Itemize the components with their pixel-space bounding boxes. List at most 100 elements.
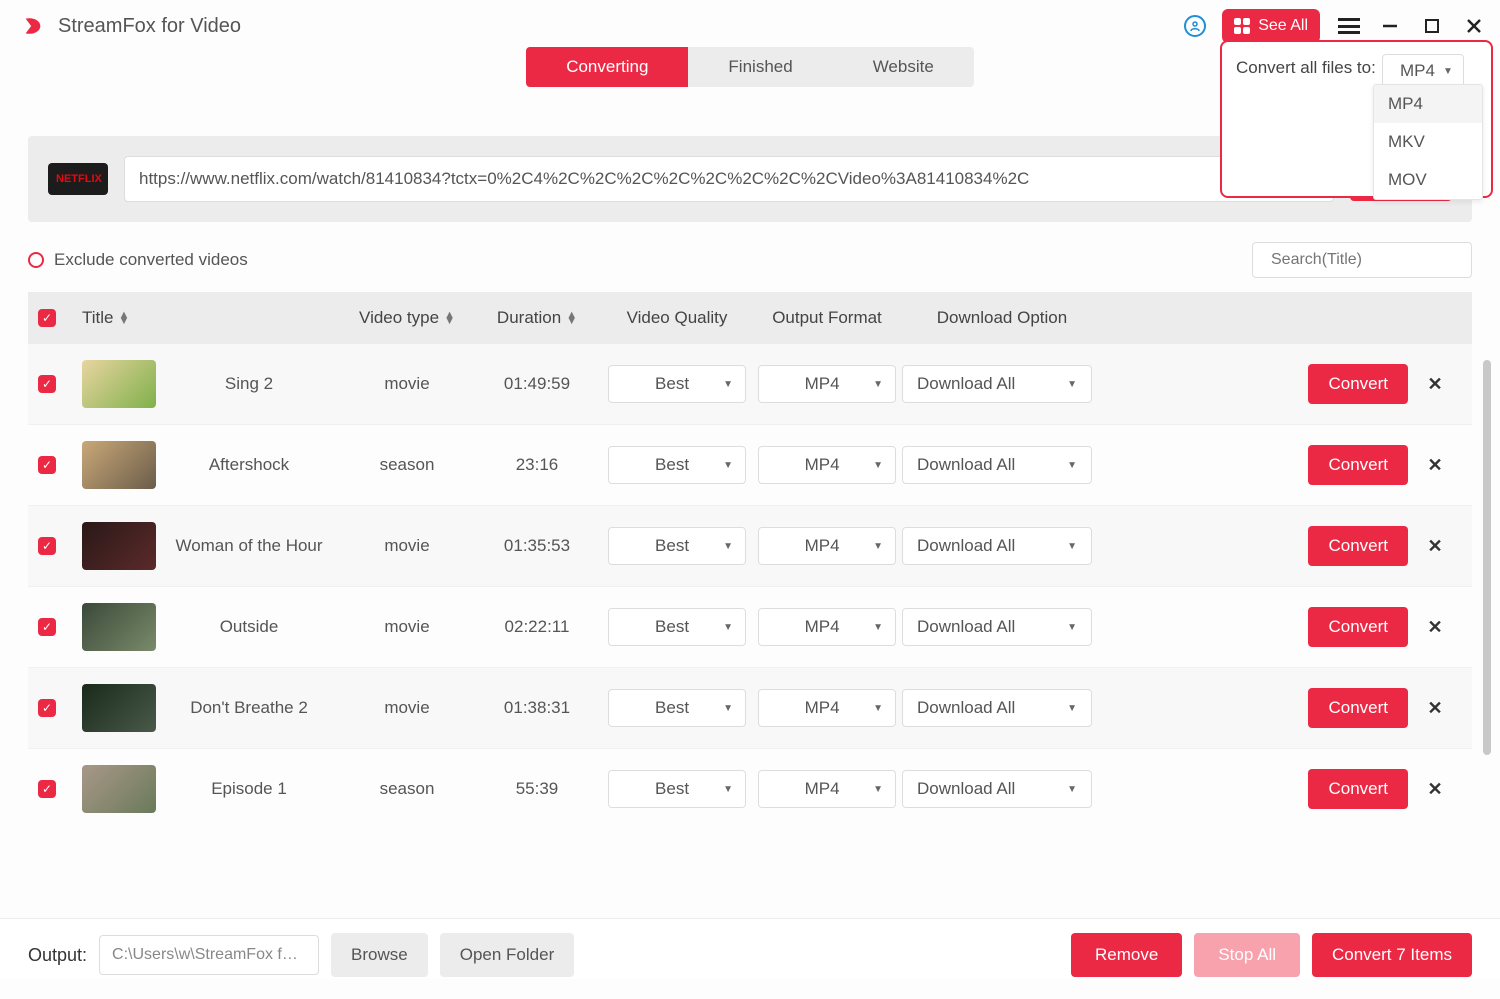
chevron-down-icon: ▼ xyxy=(1067,622,1077,633)
convert-button[interactable]: Convert xyxy=(1308,445,1408,485)
row-checkbox[interactable]: ✓ xyxy=(38,375,56,393)
download-option-select[interactable]: Download All▼ xyxy=(902,608,1092,646)
convert-button[interactable]: Convert xyxy=(1308,688,1408,728)
convert-button[interactable]: Convert xyxy=(1308,769,1408,809)
user-icon[interactable] xyxy=(1184,15,1206,37)
row-type: movie xyxy=(342,617,472,637)
table-row: ✓ Sing 2 movie 01:49:59 Best▼ MP4▼ Downl… xyxy=(28,344,1472,425)
row-type: movie xyxy=(342,374,472,394)
row-duration: 01:38:31 xyxy=(472,698,602,718)
format-select[interactable]: MP4▼ xyxy=(758,770,896,808)
convert-button[interactable]: Convert xyxy=(1308,364,1408,404)
quality-select[interactable]: Best▼ xyxy=(608,689,746,727)
tab-website[interactable]: Website xyxy=(833,47,974,87)
filter-row: Exclude converted videos xyxy=(0,222,1500,292)
download-option-select[interactable]: Download All▼ xyxy=(902,770,1092,808)
row-remove-button[interactable]: ✕ xyxy=(1408,536,1462,557)
chevron-down-icon: ▼ xyxy=(873,703,883,714)
download-option-select[interactable]: Download All▼ xyxy=(902,527,1092,565)
row-type: movie xyxy=(342,698,472,718)
row-remove-button[interactable]: ✕ xyxy=(1408,779,1462,800)
th-title[interactable]: Title▲▼ xyxy=(82,308,342,328)
download-option-select[interactable]: Download All▼ xyxy=(902,689,1092,727)
format-option-mov[interactable]: MOV xyxy=(1374,161,1482,199)
scrollbar[interactable] xyxy=(1483,360,1491,755)
quality-select[interactable]: Best▼ xyxy=(608,365,746,403)
th-video-type[interactable]: Video type▲▼ xyxy=(342,308,472,328)
menu-icon[interactable] xyxy=(1338,18,1360,34)
row-type: movie xyxy=(342,536,472,556)
row-remove-button[interactable]: ✕ xyxy=(1408,617,1462,638)
quality-select[interactable]: Best▼ xyxy=(608,608,746,646)
row-title: Woman of the Hour xyxy=(162,536,342,556)
row-checkbox[interactable]: ✓ xyxy=(38,699,56,717)
grid-icon xyxy=(1234,18,1250,34)
row-title: Sing 2 xyxy=(162,374,342,394)
convert-all-label: Convert all files to: xyxy=(1236,58,1376,78)
th-video-quality: Video Quality xyxy=(602,308,752,328)
format-select[interactable]: MP4▼ xyxy=(758,365,896,403)
format-option-mkv[interactable]: MKV xyxy=(1374,123,1482,161)
convert-all-selected: MP4 xyxy=(1400,61,1435,81)
format-select[interactable]: MP4▼ xyxy=(758,446,896,484)
chevron-down-icon: ▼ xyxy=(1067,703,1077,714)
row-type: season xyxy=(342,455,472,475)
row-remove-button[interactable]: ✕ xyxy=(1408,374,1462,395)
convert-button[interactable]: Convert xyxy=(1308,607,1408,647)
app-title: StreamFox for Video xyxy=(58,15,241,38)
convert-items-button[interactable]: Convert 7 Items xyxy=(1312,933,1472,977)
exclude-converted-toggle[interactable]: Exclude converted videos xyxy=(28,250,248,270)
stop-all-button[interactable]: Stop All xyxy=(1194,933,1300,977)
row-checkbox[interactable]: ✓ xyxy=(38,456,56,474)
row-remove-button[interactable]: ✕ xyxy=(1408,698,1462,719)
app-logo-icon xyxy=(22,15,44,37)
chevron-down-icon: ▼ xyxy=(1067,379,1077,390)
quality-select[interactable]: Best▼ xyxy=(608,446,746,484)
close-button[interactable] xyxy=(1466,18,1482,34)
row-checkbox[interactable]: ✓ xyxy=(38,780,56,798)
row-title: Outside xyxy=(162,617,342,637)
see-all-button[interactable]: See All xyxy=(1222,9,1320,43)
th-output-format: Output Format xyxy=(752,308,902,328)
convert-button[interactable]: Convert xyxy=(1308,526,1408,566)
tabs: Converting Finished Website xyxy=(526,47,974,87)
format-select[interactable]: MP4▼ xyxy=(758,527,896,565)
download-option-select[interactable]: Download All▼ xyxy=(902,365,1092,403)
format-select[interactable]: MP4▼ xyxy=(758,608,896,646)
table-row: ✓ Woman of the Hour movie 01:35:53 Best▼… xyxy=(28,506,1472,587)
table-row: ✓ Episode 1 season 55:39 Best▼ MP4▼ Down… xyxy=(28,749,1472,824)
row-duration: 02:22:11 xyxy=(472,617,602,637)
row-remove-button[interactable]: ✕ xyxy=(1408,455,1462,476)
chevron-down-icon: ▼ xyxy=(873,379,883,390)
browse-button[interactable]: Browse xyxy=(331,933,428,977)
chevron-down-icon: ▼ xyxy=(873,460,883,471)
convert-all-select[interactable]: MP4 ▼ xyxy=(1382,54,1464,88)
chevron-down-icon: ▼ xyxy=(873,541,883,552)
see-all-label: See All xyxy=(1258,17,1308,35)
tab-converting[interactable]: Converting xyxy=(526,47,688,87)
window-controls xyxy=(1382,18,1482,34)
row-checkbox[interactable]: ✓ xyxy=(38,618,56,636)
tab-finished[interactable]: Finished xyxy=(688,47,832,87)
row-duration: 55:39 xyxy=(472,779,602,799)
thumbnail xyxy=(82,765,156,813)
th-duration[interactable]: Duration▲▼ xyxy=(472,308,602,328)
maximize-button[interactable] xyxy=(1424,18,1440,34)
output-path[interactable]: C:\Users\w\StreamFox for V... xyxy=(99,935,319,975)
remove-button[interactable]: Remove xyxy=(1071,933,1182,977)
format-select[interactable]: MP4▼ xyxy=(758,689,896,727)
format-option-mp4[interactable]: MP4 xyxy=(1374,85,1482,123)
title-search-box[interactable] xyxy=(1252,242,1472,278)
quality-select[interactable]: Best▼ xyxy=(608,770,746,808)
thumbnail xyxy=(82,360,156,408)
row-type: season xyxy=(342,779,472,799)
url-input[interactable] xyxy=(124,156,1334,202)
minimize-button[interactable] xyxy=(1382,18,1398,34)
row-duration: 23:16 xyxy=(472,455,602,475)
download-option-select[interactable]: Download All▼ xyxy=(902,446,1092,484)
title-search-input[interactable] xyxy=(1271,251,1478,269)
row-checkbox[interactable]: ✓ xyxy=(38,537,56,555)
quality-select[interactable]: Best▼ xyxy=(608,527,746,565)
select-all-checkbox[interactable]: ✓ xyxy=(38,309,56,327)
open-folder-button[interactable]: Open Folder xyxy=(440,933,575,977)
